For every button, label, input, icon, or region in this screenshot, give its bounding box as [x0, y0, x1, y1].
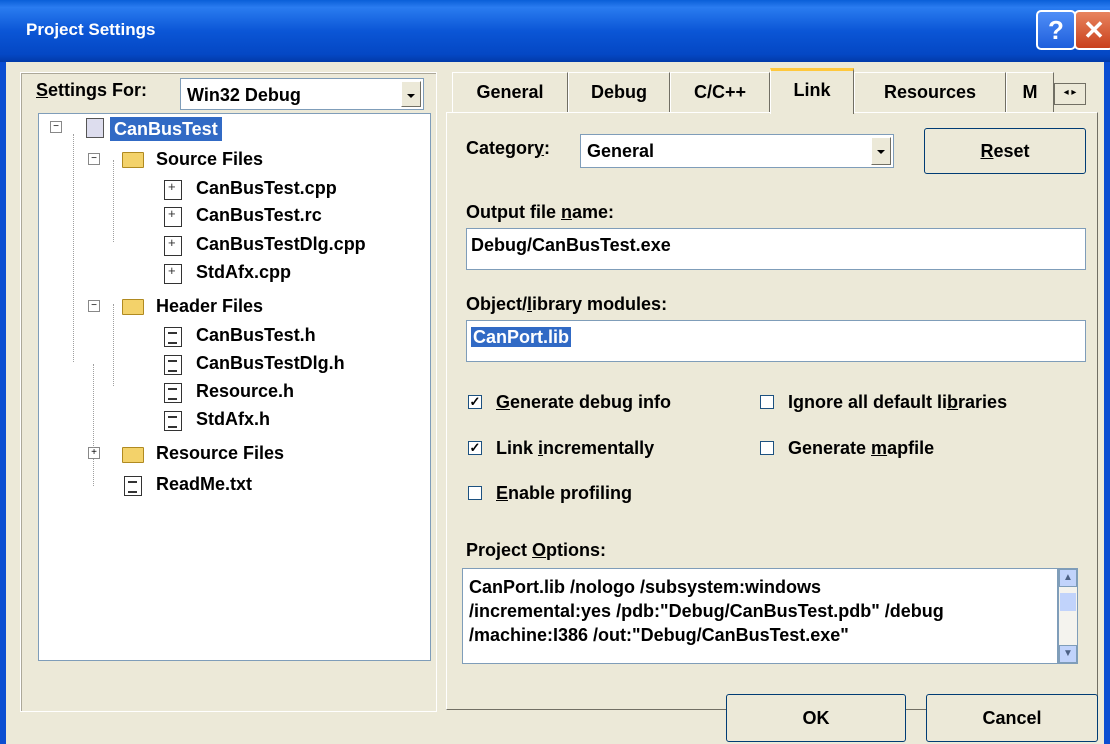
project-options-label: Project Options:	[466, 540, 607, 560]
close-button[interactable]: ✕	[1074, 10, 1110, 50]
reset-button[interactable]: Reset	[924, 128, 1086, 174]
chevron-down-icon[interactable]	[401, 81, 421, 107]
options-scrollbar[interactable]: ▲ ▼	[1058, 568, 1078, 664]
tree-line	[93, 364, 94, 486]
checkbox-checked-icon: ✓	[468, 394, 482, 409]
tab-general[interactable]: General	[452, 72, 568, 112]
header-file-icon	[164, 327, 182, 347]
checkbox-unchecked-icon	[760, 441, 774, 455]
header-file-icon	[164, 411, 182, 431]
modules-input[interactable]: CanPort.lib	[466, 320, 1086, 362]
right-frame	[1104, 62, 1110, 744]
tab-debug[interactable]: Debug	[568, 72, 670, 112]
settings-for-combo[interactable]: Win32 Debug	[180, 78, 424, 110]
project-icon	[86, 118, 104, 138]
settings-for-label: Settings For:	[36, 80, 148, 100]
text-file-icon	[124, 476, 142, 496]
source-file-icon	[164, 206, 182, 227]
tab-scroll-arrows[interactable]: ◂ ▸	[1054, 83, 1086, 105]
chevron-down-icon[interactable]	[871, 137, 891, 165]
checkbox-unchecked-icon	[468, 486, 482, 500]
left-frame	[0, 62, 6, 744]
category-combo[interactable]: General	[580, 134, 894, 168]
modules-label: Object/library modules:	[466, 294, 668, 314]
folder-closed-icon	[122, 447, 144, 463]
category-label: Category:	[466, 138, 551, 158]
output-file-label: Output file name:	[466, 202, 615, 222]
tab-c-cpp[interactable]: C/C++	[670, 72, 770, 112]
scroll-up-icon[interactable]: ▲	[1059, 569, 1077, 587]
ok-button[interactable]: OK	[726, 694, 906, 742]
checkbox-checked-icon: ✓	[468, 440, 482, 455]
options-line: /machine:I386 /out:"Debug/CanBusTest.exe…	[469, 625, 849, 645]
project-settings-dialog: Project Settings ? ✕ Settings For: Win32…	[0, 0, 1110, 744]
header-file-icon	[164, 355, 182, 375]
tree-line	[73, 134, 74, 362]
source-file-icon	[164, 179, 182, 200]
options-line: CanPort.lib /nologo /subsystem:windows	[469, 577, 822, 597]
scroll-down-icon[interactable]: ▼	[1059, 645, 1077, 663]
settings-for-value: Win32 Debug	[187, 85, 301, 105]
scroll-thumb[interactable]	[1060, 593, 1076, 611]
cancel-button[interactable]: Cancel	[926, 694, 1098, 742]
tab-link[interactable]: Link	[770, 68, 854, 114]
tree-line	[113, 160, 114, 242]
tab-more[interactable]: M	[1006, 72, 1054, 112]
window-title: Project Settings	[26, 20, 156, 39]
tab-resources[interactable]: Resources	[854, 72, 1006, 112]
folder-open-icon	[122, 299, 144, 315]
category-value: General	[587, 141, 655, 161]
modules-value: CanPort.lib	[471, 327, 572, 347]
checkbox-unchecked-icon	[760, 395, 774, 409]
project-options-textarea[interactable]: CanPort.lib /nologo /subsystem:windows /…	[462, 568, 1058, 664]
source-file-icon	[164, 235, 182, 256]
output-file-input[interactable]: Debug/CanBusTest.exe	[466, 228, 1086, 270]
options-line: /incremental:yes /pdb:"Debug/CanBusTest.…	[469, 601, 944, 621]
help-button[interactable]: ?	[1036, 10, 1076, 50]
tree-line	[113, 304, 114, 386]
source-file-icon	[164, 263, 182, 284]
folder-open-icon	[122, 152, 144, 168]
header-file-icon	[164, 383, 182, 403]
title-bar[interactable]: Project Settings ? ✕	[0, 0, 1110, 62]
